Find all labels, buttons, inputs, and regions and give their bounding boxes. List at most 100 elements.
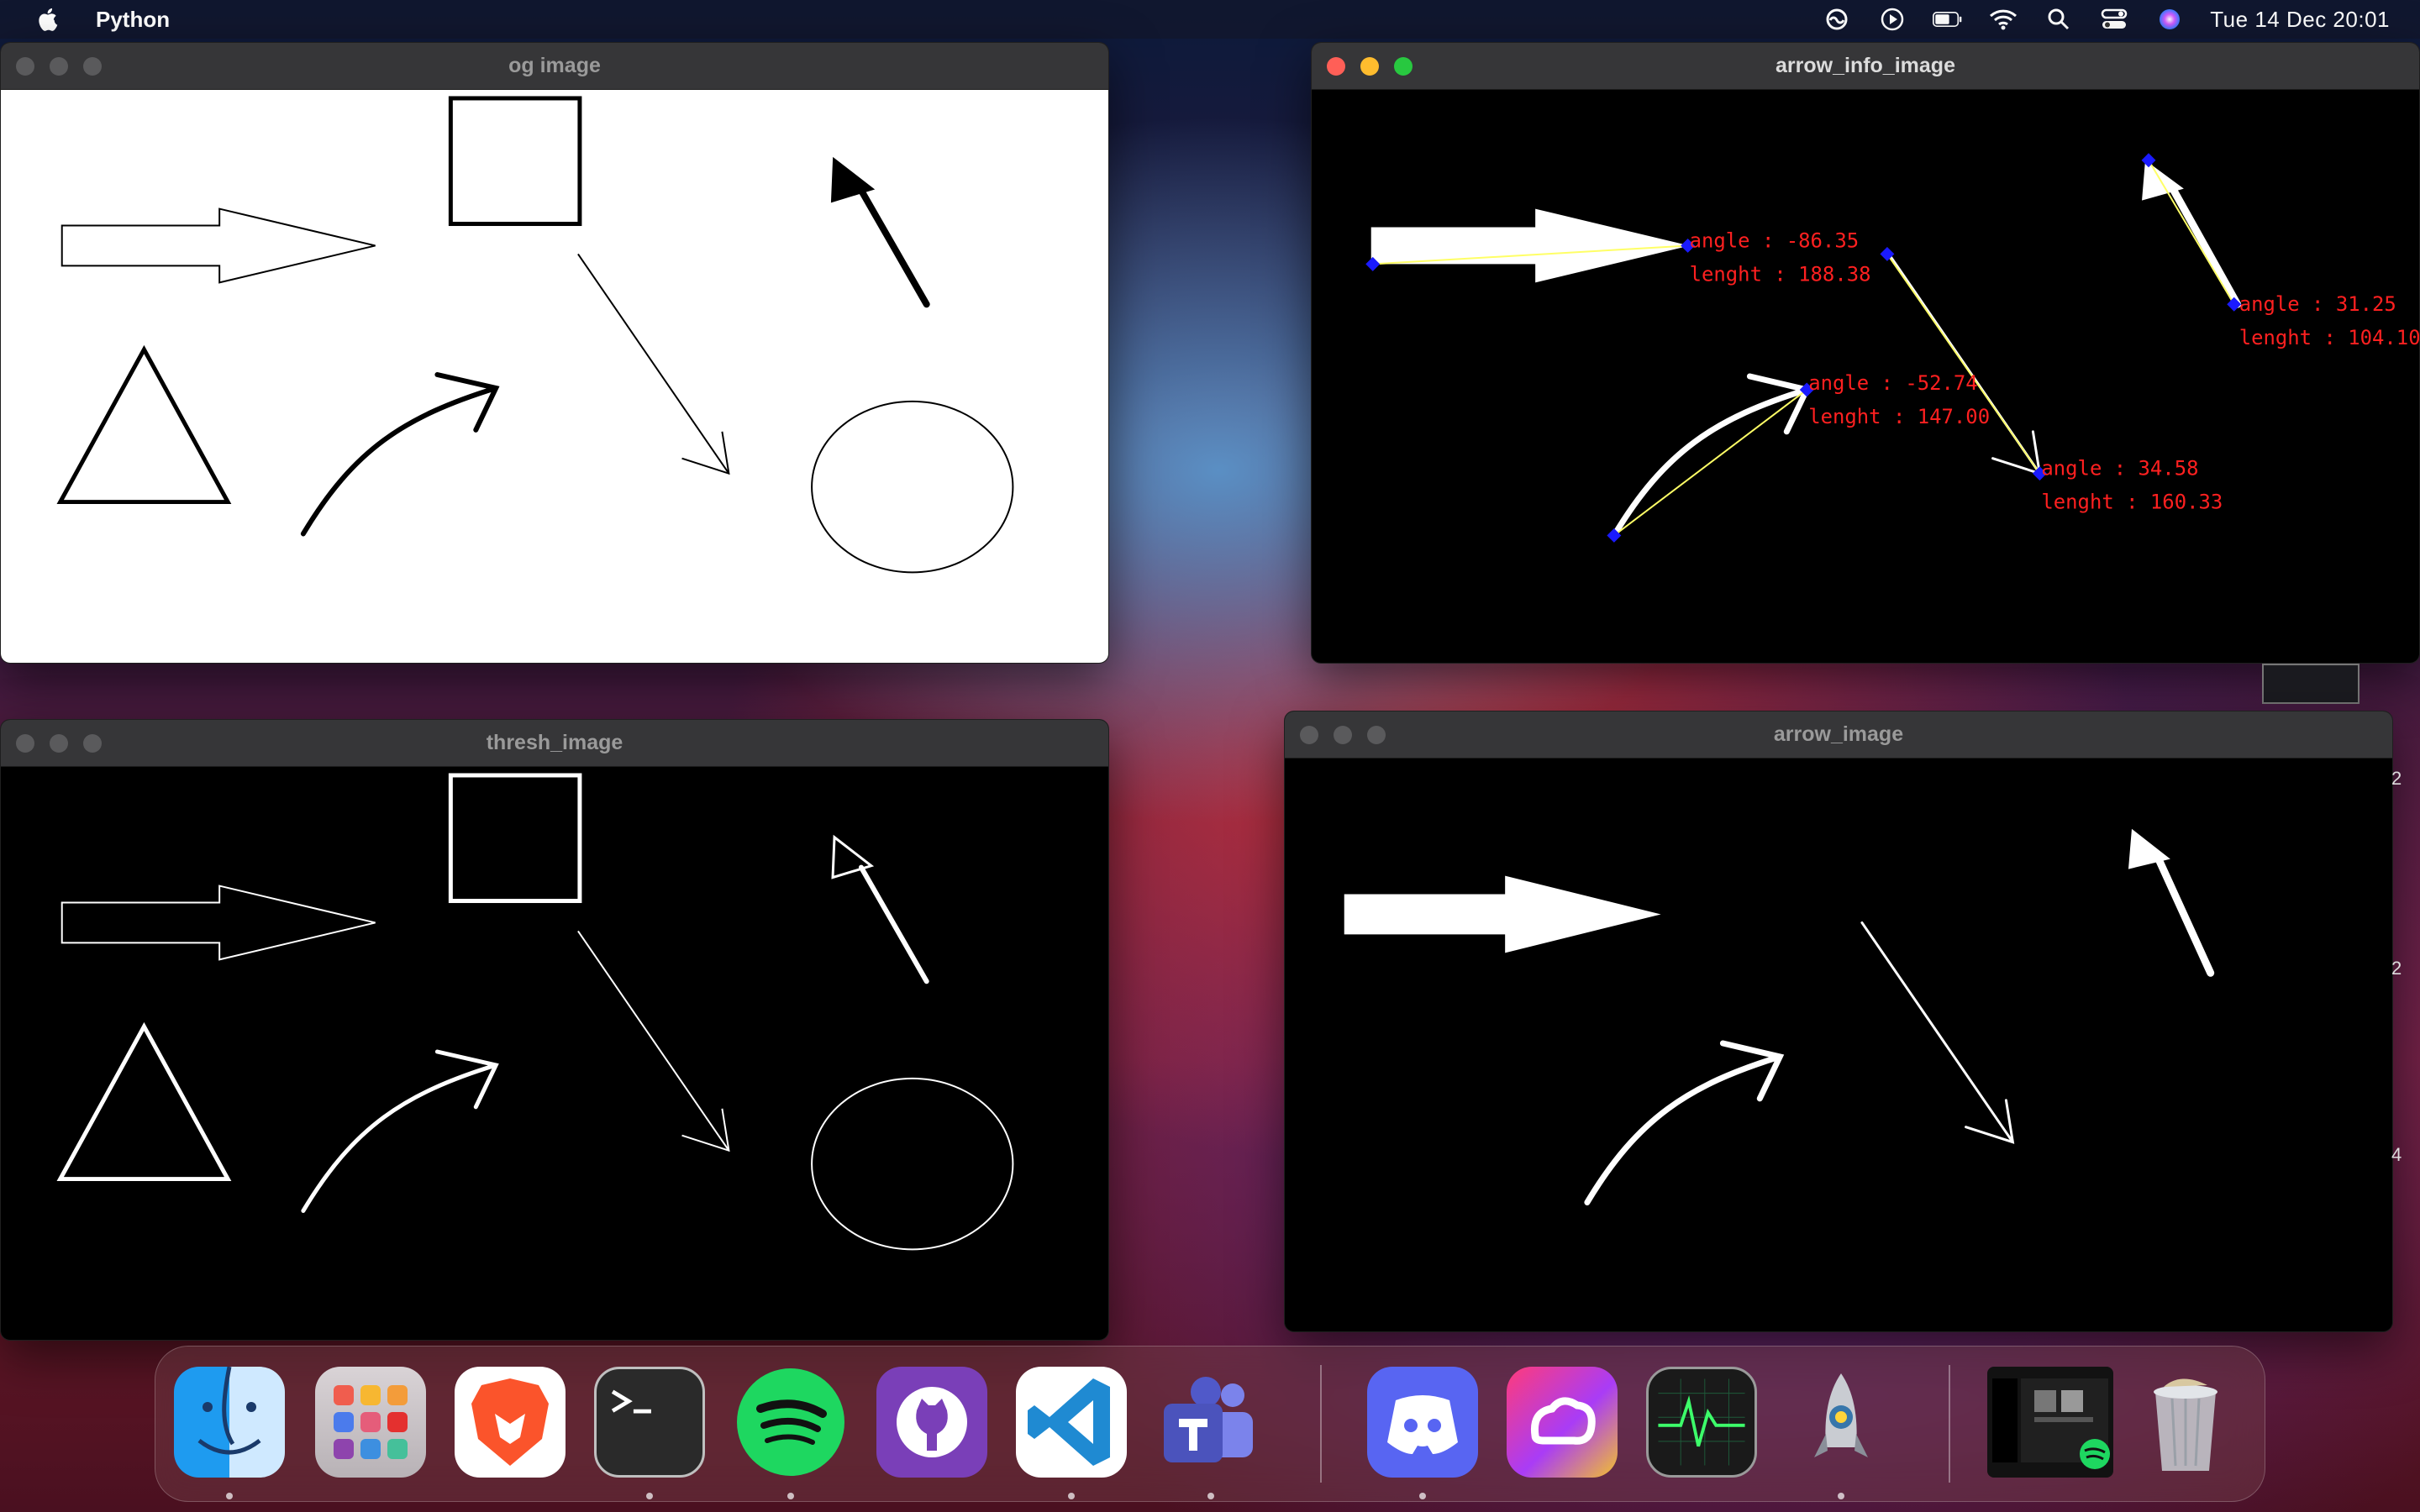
bold-arrow-shape xyxy=(858,864,929,984)
bold-arrow-line xyxy=(2154,855,2215,977)
og-image-titlebar[interactable]: og image xyxy=(1,43,1108,90)
og-image-canvas xyxy=(1,90,1108,663)
window-controls xyxy=(1300,726,1386,744)
maximize-button[interactable] xyxy=(83,57,102,76)
search-icon[interactable] xyxy=(2044,7,2074,32)
python-launcher-icon[interactable] xyxy=(1786,1367,1897,1478)
github-desktop-icon[interactable] xyxy=(876,1367,987,1478)
keypoint-marker xyxy=(2141,153,2156,168)
background-window-digit: 2 xyxy=(2391,768,2402,789)
window-controls xyxy=(1327,57,1413,76)
vscode-icon[interactable] xyxy=(1016,1367,1127,1478)
arrow-info-drawing: angle : -86.35 lenght : 188.38 angle : 3… xyxy=(1365,153,2419,543)
minimize-button[interactable] xyxy=(50,734,68,753)
minimize-button[interactable] xyxy=(50,57,68,76)
length-label: lenght : 188.38 xyxy=(1690,262,1871,286)
minimize-button[interactable] xyxy=(1360,57,1379,76)
activity-monitor-icon[interactable] xyxy=(1646,1367,1757,1478)
spotify-window-thumbnail[interactable] xyxy=(1987,1367,2113,1478)
outline-arrow-shape xyxy=(60,207,376,284)
maximize-button[interactable] xyxy=(1394,57,1413,76)
spotify-running-dot xyxy=(787,1493,794,1499)
battery-icon[interactable] xyxy=(1933,7,1963,32)
triangle-shape xyxy=(56,344,232,505)
curved-arrow-shape xyxy=(300,372,500,537)
arrow-image-canvas xyxy=(1285,759,2392,1331)
discord-icon[interactable] xyxy=(1367,1367,1478,1478)
window-thumbnail[interactable] xyxy=(2262,664,2360,704)
angle-label: angle : -86.35 xyxy=(1690,228,1860,252)
length-label: lenght : 147.00 xyxy=(1808,405,1990,428)
minimize-button[interactable] xyxy=(1334,726,1352,744)
creative-cloud-icon[interactable] xyxy=(1822,7,1852,32)
status-area: Tue 14 Dec 20:01 xyxy=(1822,0,2390,39)
window-title: arrow_image xyxy=(1773,722,1904,746)
bold-arrow-shape xyxy=(857,186,930,308)
creative-cloud-app-icon[interactable] xyxy=(1507,1367,1618,1478)
thresh-image-shapes xyxy=(56,773,1014,1251)
window-title: arrow_info_image xyxy=(1776,54,1955,77)
brave-icon[interactable] xyxy=(455,1367,566,1478)
close-button[interactable] xyxy=(1327,57,1345,76)
active-app-name[interactable]: Python xyxy=(96,7,170,33)
ellipse-shape xyxy=(811,400,1014,574)
close-button[interactable] xyxy=(16,734,34,753)
menu-clock[interactable]: Tue 14 Dec 20:01 xyxy=(2210,7,2390,33)
thresh-image-canvas xyxy=(1,767,1108,1340)
control-center-icon[interactable] xyxy=(2099,7,2129,32)
discord-running-dot xyxy=(1419,1493,1426,1499)
launchpad-icon[interactable] xyxy=(315,1367,426,1478)
dock xyxy=(155,1346,2265,1502)
window-title: thresh_image xyxy=(486,731,623,754)
arrow-image-shapes xyxy=(1344,828,2215,1205)
square-shape xyxy=(448,96,582,227)
direction-line xyxy=(1613,389,1807,537)
direction-line xyxy=(2148,160,2235,305)
curved-arrow-line xyxy=(1611,373,1812,538)
terminal-icon[interactable] xyxy=(594,1367,705,1478)
wifi-icon[interactable] xyxy=(1988,7,2018,32)
finder-running-dot xyxy=(226,1493,233,1499)
bold-arrow-line xyxy=(2170,186,2242,308)
angle-label: angle : 31.25 xyxy=(2239,292,2396,316)
vscode-running-dot xyxy=(1068,1493,1075,1499)
thin-arrow-shape xyxy=(577,930,730,1152)
arrow-info-window[interactable]: arrow_info_image angle: -86.35 lenght:… xyxy=(1311,42,2420,664)
curved-arrow-shape xyxy=(301,1049,499,1213)
terminal-running-dot xyxy=(646,1493,653,1499)
square-shape xyxy=(448,773,582,904)
siri-icon[interactable] xyxy=(2154,7,2185,32)
thin-arrow-line xyxy=(1860,921,2015,1144)
arrow-info-canvas: angle : -86.35 lenght : 188.38 angle : 3… xyxy=(1312,90,2419,663)
outline-arrow-shape xyxy=(60,885,376,961)
curved-arrow-line xyxy=(1584,1040,1785,1205)
thresh-image-titlebar[interactable]: thresh_image xyxy=(1,720,1108,767)
background-window-digit: 4 xyxy=(2391,1144,2402,1165)
apple-icon[interactable] xyxy=(35,6,62,33)
python-running-dot xyxy=(1838,1493,1844,1499)
play-icon[interactable] xyxy=(1877,7,1907,32)
trash-icon[interactable] xyxy=(2130,1367,2241,1478)
close-button[interactable] xyxy=(1300,726,1318,744)
og-image-shapes xyxy=(56,96,1014,574)
close-button[interactable] xyxy=(16,57,34,76)
filled-arrow-shape xyxy=(1370,208,1690,283)
angle-label: angle : -52.74 xyxy=(1808,371,1977,395)
spotify-icon[interactable] xyxy=(735,1367,846,1478)
maximize-button[interactable] xyxy=(1367,726,1386,744)
ellipse-shape xyxy=(811,1077,1014,1251)
arrow-info-titlebar[interactable]: arrow_info_image xyxy=(1312,43,2419,90)
length-label: lenght : 160.33 xyxy=(2041,491,2223,514)
triangle-shape xyxy=(56,1021,232,1182)
thresh-image-window[interactable]: thresh_image xyxy=(0,719,1109,1341)
arrow-image-window[interactable]: arrow_image xyxy=(1284,711,2393,1332)
direction-line xyxy=(1886,253,2041,475)
finder-icon[interactable] xyxy=(174,1367,285,1478)
dock-separator xyxy=(1320,1365,1322,1483)
og-image-window[interactable]: og image xyxy=(0,42,1109,664)
maximize-button[interactable] xyxy=(83,734,102,753)
teams-icon[interactable] xyxy=(1155,1367,1266,1478)
arrow-image-titlebar[interactable]: arrow_image xyxy=(1285,711,2392,759)
window-controls xyxy=(16,734,102,753)
teams-running-dot xyxy=(1207,1493,1214,1499)
